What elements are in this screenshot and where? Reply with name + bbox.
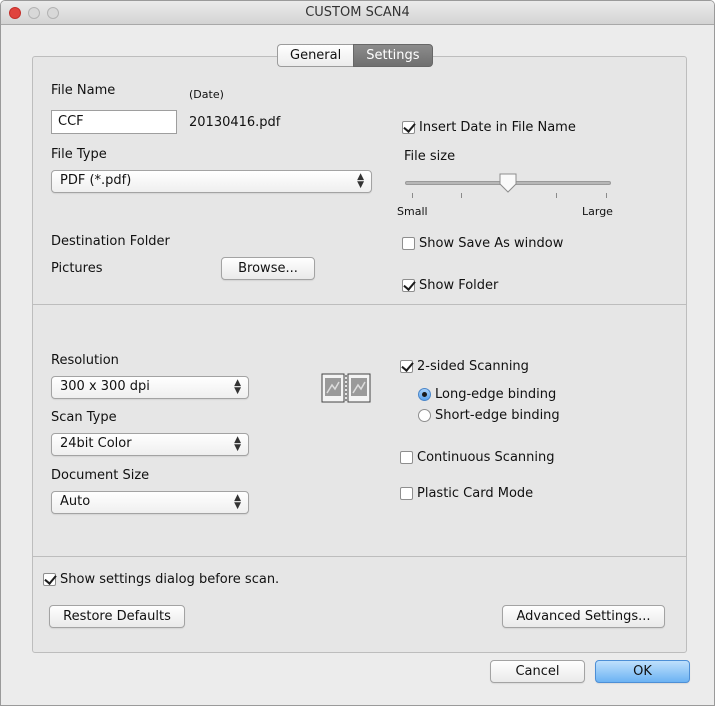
show-settings-check-box[interactable] bbox=[43, 573, 56, 586]
show-settings-dialog-checkbox[interactable]: Show settings dialog before scan. bbox=[43, 572, 279, 587]
destination-folder-value: Pictures bbox=[51, 261, 103, 276]
short-edge-radio-button[interactable] bbox=[418, 409, 431, 422]
cancel-button[interactable]: Cancel bbox=[490, 660, 585, 683]
file-size-min-label: Small bbox=[397, 205, 428, 218]
document-size-label: Document Size bbox=[51, 468, 150, 483]
file-name-input[interactable]: CCF bbox=[51, 110, 177, 134]
plastic-card-label: Plastic Card Mode bbox=[417, 486, 534, 501]
popup-arrows-icon: ▲ ▼ bbox=[234, 435, 241, 453]
continuous-scanning-checkbox[interactable]: Continuous Scanning bbox=[400, 450, 555, 465]
slider-tick bbox=[606, 193, 607, 198]
popup-arrows-icon: ▲ ▼ bbox=[357, 172, 364, 190]
plastic-card-mode-checkbox[interactable]: Plastic Card Mode bbox=[400, 486, 533, 501]
plastic-card-check-box[interactable] bbox=[400, 487, 413, 500]
tab-settings[interactable]: Settings bbox=[353, 44, 433, 67]
ok-button[interactable]: OK bbox=[595, 660, 690, 683]
slider-tick bbox=[556, 193, 557, 198]
show-save-as-check-box[interactable] bbox=[402, 237, 415, 250]
slider-tick bbox=[461, 193, 462, 198]
scan-dialog-window: CUSTOM SCAN4 General Settings File Name … bbox=[0, 0, 715, 706]
continuous-check-box[interactable] bbox=[400, 451, 413, 464]
file-type-select[interactable]: PDF (*.pdf) ▲ ▼ bbox=[51, 170, 372, 193]
slider-tick bbox=[412, 193, 413, 198]
section-divider bbox=[33, 556, 686, 557]
short-edge-label: Short-edge binding bbox=[435, 408, 560, 423]
scan-type-value: 24bit Color bbox=[60, 436, 132, 451]
scan-type-label: Scan Type bbox=[51, 410, 117, 425]
long-edge-binding-radio[interactable]: Long-edge binding bbox=[418, 387, 556, 402]
advanced-settings-button[interactable]: Advanced Settings... bbox=[502, 605, 665, 628]
settings-panel bbox=[32, 56, 687, 653]
file-name-label: File Name bbox=[51, 83, 116, 98]
browse-button[interactable]: Browse... bbox=[221, 257, 315, 280]
restore-defaults-button[interactable]: Restore Defaults bbox=[49, 605, 185, 628]
file-size-label: File size bbox=[404, 149, 456, 164]
window-title: CUSTOM SCAN4 bbox=[305, 5, 410, 20]
scan-type-select[interactable]: 24bit Color ▲ ▼ bbox=[51, 433, 249, 456]
date-value: 20130416.pdf bbox=[189, 115, 281, 130]
two-sided-check-box[interactable] bbox=[400, 360, 413, 373]
two-sided-scanning-checkbox[interactable]: 2-sided Scanning bbox=[400, 359, 529, 374]
tab-general[interactable]: General bbox=[277, 44, 354, 67]
insert-date-checkbox[interactable]: Insert Date in File Name bbox=[402, 120, 576, 135]
resolution-value: 300 x 300 dpi bbox=[60, 379, 150, 394]
file-type-value: PDF (*.pdf) bbox=[60, 173, 132, 188]
two-sided-label: 2-sided Scanning bbox=[417, 359, 529, 374]
resolution-select[interactable]: 300 x 300 dpi ▲ ▼ bbox=[51, 376, 249, 399]
popup-arrows-icon: ▲ ▼ bbox=[234, 493, 241, 511]
show-folder-check-box[interactable] bbox=[402, 279, 415, 292]
duplex-binding-icon bbox=[321, 373, 371, 403]
destination-folder-label: Destination Folder bbox=[51, 234, 170, 249]
section-divider bbox=[33, 304, 686, 305]
document-size-select[interactable]: Auto ▲ ▼ bbox=[51, 491, 249, 514]
long-edge-radio-button[interactable] bbox=[418, 388, 431, 401]
popup-arrows-icon: ▲ ▼ bbox=[234, 378, 241, 396]
insert-date-check-box[interactable] bbox=[402, 121, 415, 134]
show-folder-label: Show Folder bbox=[419, 278, 499, 293]
document-size-value: Auto bbox=[60, 494, 91, 509]
date-label: (Date) bbox=[189, 88, 224, 101]
insert-date-label: Insert Date in File Name bbox=[419, 120, 576, 135]
file-size-slider-knob[interactable] bbox=[499, 173, 517, 193]
file-type-label: File Type bbox=[51, 147, 107, 162]
show-folder-checkbox[interactable]: Show Folder bbox=[402, 278, 498, 293]
continuous-label: Continuous Scanning bbox=[417, 450, 555, 465]
title-bar: CUSTOM SCAN4 bbox=[1, 1, 714, 25]
show-settings-label: Show settings dialog before scan. bbox=[60, 572, 280, 587]
file-size-max-label: Large bbox=[582, 205, 613, 218]
long-edge-label: Long-edge binding bbox=[435, 387, 557, 402]
show-save-as-checkbox[interactable]: Show Save As window bbox=[402, 236, 563, 251]
show-save-as-label: Show Save As window bbox=[419, 236, 564, 251]
short-edge-binding-radio[interactable]: Short-edge binding bbox=[418, 408, 560, 423]
tab-bar: General Settings bbox=[277, 44, 433, 67]
resolution-label: Resolution bbox=[51, 353, 119, 368]
